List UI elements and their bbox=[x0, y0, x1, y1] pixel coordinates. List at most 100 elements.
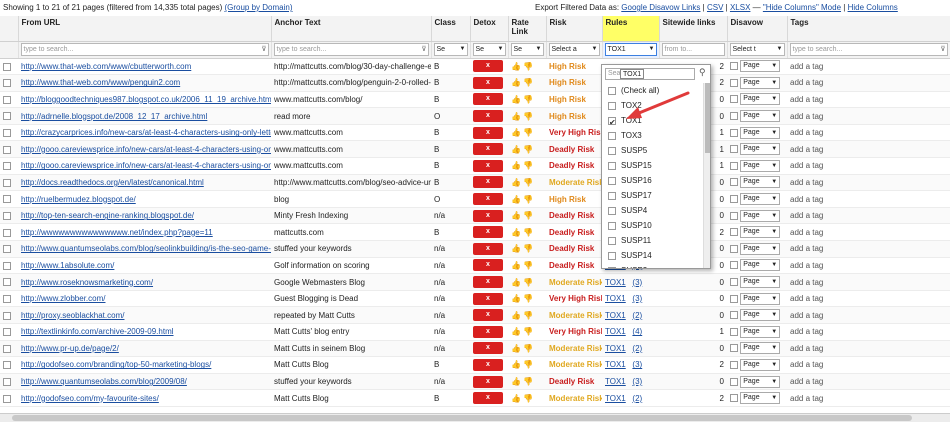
add-tag-link[interactable]: add a tag bbox=[790, 228, 823, 237]
row-select[interactable] bbox=[0, 340, 18, 358]
thumbs-down-icon[interactable]: 👎 bbox=[523, 145, 533, 154]
thumbs-down-icon[interactable]: 👎 bbox=[523, 62, 533, 71]
thumbs-up-icon[interactable]: 👍 bbox=[511, 327, 521, 336]
from-url-link[interactable]: http://www.zlobber.com/ bbox=[21, 294, 105, 303]
from-url-link[interactable]: http://www.quantumseolabs.com/blog/2009/… bbox=[21, 377, 187, 386]
from-url-link[interactable]: http://proxy.seoblackhat.com/ bbox=[21, 311, 124, 320]
dropdown-checkbox[interactable] bbox=[608, 251, 616, 260]
row-checkbox[interactable] bbox=[3, 377, 11, 386]
filter-rules[interactable]: TOX1 ▼ bbox=[602, 41, 660, 59]
disavow-checkbox[interactable] bbox=[730, 161, 738, 170]
from-url-link[interactable]: http://www.quantumseolabs.com/blog/seoli… bbox=[21, 244, 271, 253]
detox-button[interactable]: x bbox=[473, 176, 503, 189]
disavow-select[interactable]: Page ▼ bbox=[740, 242, 781, 255]
row-select[interactable] bbox=[0, 190, 18, 208]
thumbs-down-icon[interactable]: 👎 bbox=[523, 244, 533, 253]
disavow-checkbox[interactable] bbox=[730, 145, 738, 154]
hide-columns-link[interactable]: Hide Columns bbox=[848, 3, 898, 12]
disavow-checkbox[interactable] bbox=[730, 228, 738, 237]
thumbs-down-icon[interactable]: 👎 bbox=[523, 161, 533, 170]
row-checkbox[interactable] bbox=[3, 361, 11, 370]
from-url-link[interactable]: http://adrnelle.blogspot.de/2008_12_17_a… bbox=[21, 112, 207, 121]
row-checkbox[interactable] bbox=[3, 261, 11, 270]
add-tag-link[interactable]: add a tag bbox=[790, 394, 823, 403]
disavow-checkbox[interactable] bbox=[730, 178, 738, 187]
row-checkbox[interactable] bbox=[3, 295, 11, 303]
export-csv-link[interactable]: CSV bbox=[707, 3, 723, 12]
disavow-select[interactable]: Page ▼ bbox=[740, 342, 781, 355]
add-tag-link[interactable]: add a tag bbox=[790, 62, 823, 71]
disavow-checkbox[interactable] bbox=[730, 78, 738, 87]
thumbs-up-icon[interactable]: 👍 bbox=[511, 195, 521, 204]
thumbs-down-icon[interactable]: 👎 bbox=[523, 78, 533, 87]
thumbs-down-icon[interactable]: 👎 bbox=[523, 128, 533, 137]
add-tag-link[interactable]: add a tag bbox=[790, 360, 823, 369]
disavow-select[interactable]: Page ▼ bbox=[740, 60, 781, 73]
from-url-link[interactable]: http://gooo.careviewsprice.info/new-cars… bbox=[21, 145, 271, 154]
group-by-domain-link[interactable]: (Group by Domain) bbox=[224, 3, 292, 12]
disavow-select[interactable]: Page ▼ bbox=[740, 276, 781, 289]
add-tag-link[interactable]: add a tag bbox=[790, 95, 823, 104]
dropdown-item[interactable]: SUSP11 bbox=[602, 233, 704, 248]
row-checkbox[interactable] bbox=[3, 195, 11, 204]
detox-button[interactable]: x bbox=[473, 60, 503, 73]
class-select[interactable]: Se ▼ bbox=[433, 43, 468, 56]
from-url-link[interactable]: http://godofseo.com/my-favourite-sites/ bbox=[21, 394, 159, 403]
add-tag-link[interactable]: add a tag bbox=[790, 195, 823, 204]
thumbs-down-icon[interactable]: 👎 bbox=[523, 211, 533, 220]
add-tag-link[interactable]: add a tag bbox=[790, 161, 823, 170]
detox-button[interactable]: x bbox=[473, 159, 503, 172]
dropdown-item[interactable]: SUSP10 bbox=[602, 218, 704, 233]
detox-button[interactable]: x bbox=[473, 242, 503, 255]
thumbs-up-icon[interactable]: 👍 bbox=[511, 394, 521, 403]
rule-link[interactable]: TOX1 bbox=[605, 311, 626, 320]
thumbs-up-icon[interactable]: 👍 bbox=[511, 261, 521, 270]
dropdown-item[interactable]: SUSP15 bbox=[602, 158, 704, 173]
detox-button[interactable]: x bbox=[473, 93, 503, 106]
dropdown-checkbox[interactable] bbox=[608, 161, 616, 170]
from-url-link[interactable]: http://docs.readthedocs.org/en/latest/ca… bbox=[21, 178, 204, 187]
dropdown-checkbox[interactable] bbox=[608, 206, 616, 215]
from-url-link[interactable]: http://www.that-web.com/www/cbutterworth… bbox=[21, 62, 191, 71]
add-tag-link[interactable]: add a tag bbox=[790, 244, 823, 253]
row-checkbox[interactable] bbox=[3, 228, 11, 237]
dropdown-checkbox[interactable] bbox=[608, 266, 616, 268]
thumbs-down-icon[interactable]: 👎 bbox=[523, 228, 533, 237]
detox-select[interactable]: Se ▼ bbox=[472, 43, 506, 56]
thumbs-up-icon[interactable]: 👍 bbox=[511, 228, 521, 237]
rule-count-link[interactable]: (2) bbox=[632, 311, 642, 320]
from-url-link[interactable]: http://gooo.careviewsprice.info/new-cars… bbox=[21, 161, 271, 170]
thumbs-down-icon[interactable]: 👎 bbox=[523, 294, 533, 303]
disavow-select[interactable]: Page ▼ bbox=[740, 193, 781, 206]
thumbs-up-icon[interactable]: 👍 bbox=[511, 294, 521, 303]
disavow-select[interactable]: Page ▼ bbox=[740, 176, 781, 189]
horizontal-scrollbar[interactable] bbox=[0, 413, 950, 422]
disavow-select[interactable]: Page ▼ bbox=[740, 110, 781, 123]
detox-button[interactable]: x bbox=[473, 375, 503, 388]
scrollbar-thumb[interactable] bbox=[12, 415, 912, 421]
row-select[interactable] bbox=[0, 174, 18, 192]
filter-from-url[interactable]: type to search... ⊽ bbox=[18, 41, 272, 59]
from-url-link[interactable]: http://wwwwwwwwwwwwwww.net/index.php?pag… bbox=[21, 228, 213, 237]
col-detox[interactable]: Detox bbox=[470, 16, 509, 42]
row-select[interactable] bbox=[0, 124, 18, 142]
detox-button[interactable]: x bbox=[473, 76, 503, 89]
add-tag-link[interactable]: add a tag bbox=[790, 327, 823, 336]
thumbs-down-icon[interactable]: 👎 bbox=[523, 394, 533, 403]
rule-link[interactable]: TOX1 bbox=[605, 344, 626, 353]
add-tag-link[interactable]: add a tag bbox=[790, 377, 823, 386]
dropdown-scrollbar[interactable] bbox=[703, 83, 710, 268]
disavow-checkbox[interactable] bbox=[730, 344, 738, 353]
thumbs-down-icon[interactable]: 👎 bbox=[523, 261, 533, 270]
row-select[interactable] bbox=[0, 290, 18, 308]
rules-select[interactable]: TOX1 ▼ bbox=[604, 43, 657, 56]
disavow-select[interactable]: Page ▼ bbox=[740, 392, 781, 405]
disavow-select[interactable]: Page ▼ bbox=[740, 126, 781, 139]
disavow-checkbox[interactable] bbox=[730, 195, 738, 204]
row-checkbox[interactable] bbox=[3, 129, 11, 138]
thumbs-up-icon[interactable]: 👍 bbox=[511, 112, 521, 121]
filter-tags[interactable]: type to search... ⊽ bbox=[787, 41, 950, 59]
row-select[interactable] bbox=[0, 157, 18, 175]
rate-select[interactable]: Se ▼ bbox=[510, 43, 544, 56]
dropdown-item[interactable]: SUSP3 bbox=[602, 263, 704, 268]
